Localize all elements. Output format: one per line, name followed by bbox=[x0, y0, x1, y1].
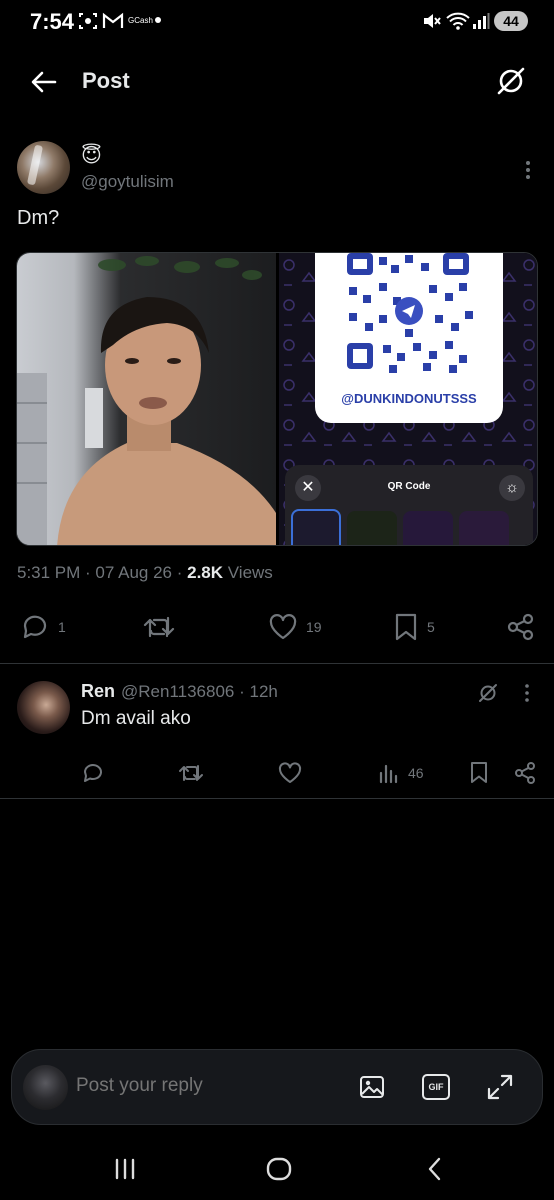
reply-share-button[interactable] bbox=[513, 758, 537, 788]
post-photo-selfie[interactable] bbox=[17, 253, 276, 545]
qr-theme-option[interactable] bbox=[347, 511, 397, 545]
qr-handle-label: @DUNKINDONUTSSS bbox=[341, 391, 477, 406]
grok-icon[interactable] bbox=[477, 682, 499, 704]
notification-dot-icon bbox=[155, 17, 161, 23]
grok-icon[interactable] bbox=[494, 64, 528, 98]
author-avatar[interactable] bbox=[17, 141, 70, 194]
reply-icon bbox=[84, 764, 102, 782]
qr-theme-option[interactable] bbox=[403, 511, 453, 545]
views-chart-icon bbox=[379, 764, 398, 784]
gcash-icon: GCash bbox=[128, 16, 153, 25]
post-views-label: Views bbox=[227, 563, 273, 582]
like-count: 19 bbox=[306, 619, 322, 635]
reply-icon bbox=[23, 615, 47, 639]
reply-handle: @Ren1136806 bbox=[121, 682, 235, 701]
reply-like-button[interactable] bbox=[278, 758, 302, 788]
reply-repost-button[interactable] bbox=[178, 758, 204, 788]
top-app-bar: Post bbox=[0, 52, 554, 112]
post-action-bar: 1 19 5 bbox=[0, 610, 554, 644]
reply-views-button[interactable]: 46 bbox=[378, 758, 424, 788]
gmail-icon bbox=[102, 12, 124, 28]
reply-author-handle-time[interactable]: @Ren1136806 · 12h bbox=[121, 682, 278, 702]
post-text: Dm? bbox=[17, 207, 60, 229]
reply-bookmark-button[interactable] bbox=[469, 758, 489, 788]
reply-reply-button[interactable] bbox=[81, 758, 105, 788]
screenshot-icon bbox=[79, 13, 97, 29]
system-nav-bar bbox=[0, 1140, 554, 1200]
reply-count: 1 bbox=[58, 619, 66, 635]
qr-brightness-icon[interactable]: ☼ bbox=[499, 475, 525, 501]
post-views-count[interactable]: 2.8K bbox=[187, 563, 223, 582]
share-icon bbox=[507, 613, 534, 641]
image-icon[interactable] bbox=[357, 1072, 387, 1102]
reply-author-avatar[interactable] bbox=[17, 681, 70, 734]
more-options-icon[interactable] bbox=[516, 682, 538, 704]
reply-author-name[interactable]: Ren bbox=[81, 681, 115, 702]
bookmark-icon bbox=[471, 762, 487, 783]
share-icon bbox=[515, 762, 535, 784]
back-arrow-icon[interactable] bbox=[28, 66, 60, 98]
repost-icon bbox=[179, 765, 203, 781]
qr-panel: ✕ QR Code ☼ bbox=[285, 465, 533, 545]
heart-icon bbox=[278, 762, 302, 783]
back-nav-icon[interactable] bbox=[420, 1154, 450, 1184]
author-handle[interactable]: @goytulisim bbox=[81, 172, 174, 192]
more-options-icon[interactable] bbox=[516, 158, 540, 182]
post-time: 5:31 PM bbox=[17, 563, 81, 582]
like-button[interactable]: 19 bbox=[268, 610, 322, 644]
gif-icon[interactable]: GIF bbox=[422, 1074, 450, 1100]
home-icon[interactable] bbox=[264, 1154, 294, 1184]
post-metadata: 5:31 PM · 07 Aug 26 · 2.8K Views bbox=[17, 563, 273, 582]
status-time: 7:54 bbox=[30, 9, 75, 34]
signal-icon bbox=[473, 13, 490, 29]
status-bar: 7:54 GCash 44 bbox=[0, 0, 554, 44]
qr-theme-option[interactable] bbox=[291, 509, 341, 545]
heart-icon bbox=[269, 614, 297, 640]
reply-composer-bar: GIF bbox=[11, 1049, 543, 1125]
mute-icon bbox=[424, 14, 441, 28]
recent-apps-icon[interactable] bbox=[110, 1154, 140, 1184]
post-media[interactable]: @DUNKINDONUTSSS ✕ QR Code ☼ bbox=[16, 252, 538, 546]
bookmark-button[interactable]: 5 bbox=[393, 610, 435, 644]
post-date: 07 Aug 26 bbox=[95, 563, 172, 582]
current-user-avatar bbox=[23, 1065, 68, 1110]
qr-panel-title: QR Code bbox=[387, 481, 431, 492]
repost-button[interactable] bbox=[143, 610, 175, 644]
reply-views-count: 46 bbox=[408, 765, 424, 781]
divider bbox=[0, 663, 554, 664]
post-photo-qr-screenshot[interactable]: @DUNKINDONUTSSS ✕ QR Code ☼ bbox=[279, 253, 537, 545]
reply-button[interactable]: 1 bbox=[20, 610, 66, 644]
wifi-icon bbox=[446, 12, 470, 30]
bookmark-icon bbox=[395, 613, 417, 641]
reply-text: Dm avail ako bbox=[81, 708, 191, 729]
qr-theme-option[interactable] bbox=[459, 511, 509, 545]
expand-icon[interactable] bbox=[485, 1072, 515, 1102]
battery-icon: 44 bbox=[494, 11, 528, 31]
page-title: Post bbox=[82, 68, 130, 93]
reply-action-bar: 46 bbox=[0, 758, 554, 788]
repost-icon bbox=[143, 616, 175, 638]
bookmark-count: 5 bbox=[427, 619, 435, 635]
share-button[interactable] bbox=[506, 610, 536, 644]
reply-time: 12h bbox=[249, 682, 278, 701]
author-display-name[interactable]: 😇 bbox=[81, 143, 102, 168]
reply-input[interactable] bbox=[76, 1075, 336, 1097]
divider bbox=[0, 798, 554, 799]
